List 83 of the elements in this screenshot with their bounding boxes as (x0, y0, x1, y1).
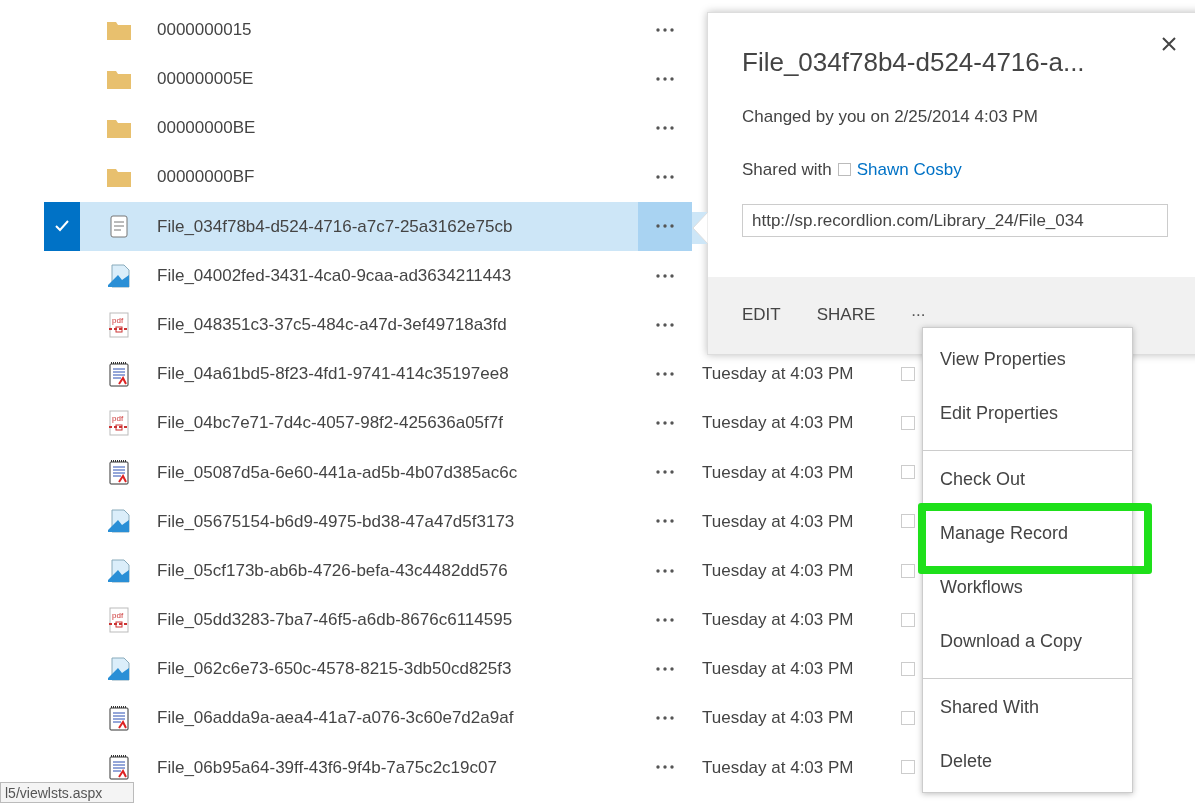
check-icon (55, 220, 69, 233)
sharing-checkbox[interactable] (901, 514, 915, 529)
menu-item[interactable]: Workflows (923, 560, 1132, 614)
ellipsis-icon (656, 371, 674, 376)
sharing-checkbox[interactable] (901, 366, 915, 381)
image-file-icon (105, 557, 132, 584)
menu-item[interactable]: Edit Properties (923, 386, 1132, 451)
file-name-link[interactable]: 0000000015 (157, 16, 252, 43)
sharing-checkbox[interactable] (901, 760, 915, 775)
ellipsis-icon (656, 519, 674, 524)
text-document-icon (107, 459, 130, 486)
modified-date: Tuesday at 4:03 PM (702, 707, 855, 730)
ellipsis-icon (656, 224, 674, 229)
file-name-link[interactable]: File_04a61bd5-8f23-4fd1-9741-414c35197ee8 (157, 361, 509, 387)
ellipsis-icon (656, 175, 674, 180)
pdf-file-icon: pdf (106, 410, 131, 437)
sharing-checkbox[interactable] (901, 416, 915, 431)
modified-date: Tuesday at 4:03 PM (702, 756, 855, 779)
shared-with-label: Shared with (742, 158, 832, 181)
file-name-link[interactable]: File_048351c3-37c5-484c-a47d-3ef49718a3fd (157, 311, 507, 338)
sharing-checkbox[interactable] (901, 612, 915, 627)
callout-title: File_034f78b4-d524-4716-a... (742, 46, 1085, 79)
url-field[interactable]: http://sp.recordlion.com/Library_24/File_034 (742, 204, 1168, 237)
folder-icon (105, 166, 132, 189)
image-file-icon (105, 508, 132, 535)
file-name-link[interactable]: File_04bc7e71-7d4c-4057-98f2-425636a05f7f (157, 410, 503, 436)
changed-info: Changed by you on 2/25/2014 4:03 PM (742, 106, 1039, 128)
pdf-file-icon: pdf (106, 606, 131, 633)
ellipsis-icon (656, 667, 674, 672)
ellipsis-icon (656, 125, 674, 130)
ellipsis-icon (656, 76, 674, 81)
notepad-icon (108, 214, 129, 239)
image-file-icon (105, 262, 132, 289)
file-name-link[interactable]: File_06adda9a-aea4-41a7-a076-3c60e7d2a9af (157, 705, 514, 731)
menu-item[interactable]: View Properties (923, 332, 1132, 386)
ellipsis-icon (656, 617, 674, 622)
callout-action-link[interactable]: SHARE (816, 301, 876, 328)
status-url: l5/viewlsts.aspx (0, 782, 134, 803)
menu-item[interactable]: Check Out (923, 452, 1132, 506)
file-name-link[interactable]: File_05675154-b6d9-4975-bd38-47a47d5f3173 (157, 508, 515, 535)
text-document-icon (107, 360, 130, 387)
menu-item[interactable]: Download a Copy (923, 614, 1132, 679)
text-document-icon (107, 705, 130, 732)
modified-date: Tuesday at 4:03 PM (702, 461, 855, 484)
file-name-link[interactable]: File_04002fed-3431-4ca0-9caa-ad3634211443 (157, 262, 512, 289)
ellipsis-icon (656, 568, 674, 573)
more-actions-button[interactable]: ... (911, 297, 926, 324)
file-name-link[interactable]: File_05087d5a-6e60-441a-ad5b-4b07d385ac6c (157, 459, 518, 486)
row-checkbox[interactable] (44, 201, 80, 251)
close-icon (1162, 37, 1176, 51)
sharing-checkbox[interactable] (901, 563, 915, 578)
modified-date: Tuesday at 4:03 PM (702, 658, 855, 681)
modified-date: Tuesday at 4:03 PM (702, 609, 855, 632)
callout-action-link[interactable]: EDIT (742, 301, 781, 328)
image-file-icon (105, 656, 132, 683)
ellipsis-icon (656, 273, 674, 278)
ellipsis-icon (656, 322, 674, 327)
ellipsis-icon (656, 765, 674, 770)
ellipsis-icon (656, 716, 674, 721)
sharing-checkbox[interactable] (901, 662, 915, 677)
ellipsis-icon (656, 470, 674, 475)
ellipsis-icon (656, 421, 674, 426)
modified-date: Tuesday at 4:03 PM (702, 559, 855, 582)
text-document-icon (107, 754, 130, 781)
pdf-file-icon: pdf (106, 311, 131, 338)
file-name-link[interactable]: File_06b95a64-39ff-43f6-9f4b-7a75c2c19c07 (157, 754, 497, 781)
file-name-link[interactable]: File_05dd3283-7ba7-46f5-a6db-8676c6114595 (157, 607, 513, 633)
modified-date: Tuesday at 4:03 PM (702, 412, 855, 435)
menu-item[interactable]: Shared With (923, 680, 1132, 734)
modified-date: Tuesday at 4:03 PM (702, 363, 855, 386)
more-options-button[interactable] (638, 201, 692, 251)
menu-item[interactable]: Delete (923, 734, 1132, 788)
menu-item[interactable]: Manage Record (923, 506, 1132, 560)
ellipsis-icon (656, 27, 674, 32)
file-name-link[interactable]: 00000000BF (157, 164, 255, 190)
sharing-checkbox[interactable] (901, 711, 915, 726)
file-name-link[interactable]: 00000000BE (157, 115, 256, 141)
modified-date: Tuesday at 4:03 PM (702, 510, 855, 533)
file-name-link[interactable]: 000000005E (157, 66, 254, 92)
shared-user-link[interactable]: Shawn Cosby (856, 156, 962, 182)
sharing-checkbox[interactable] (901, 465, 915, 480)
file-name-link[interactable]: File_062c6e73-650c-4578-8215-3db50cd825f3 (157, 656, 512, 682)
file-name-link[interactable]: File_05cf173b-ab6b-4726-befa-43c4482dd576 (157, 557, 508, 584)
